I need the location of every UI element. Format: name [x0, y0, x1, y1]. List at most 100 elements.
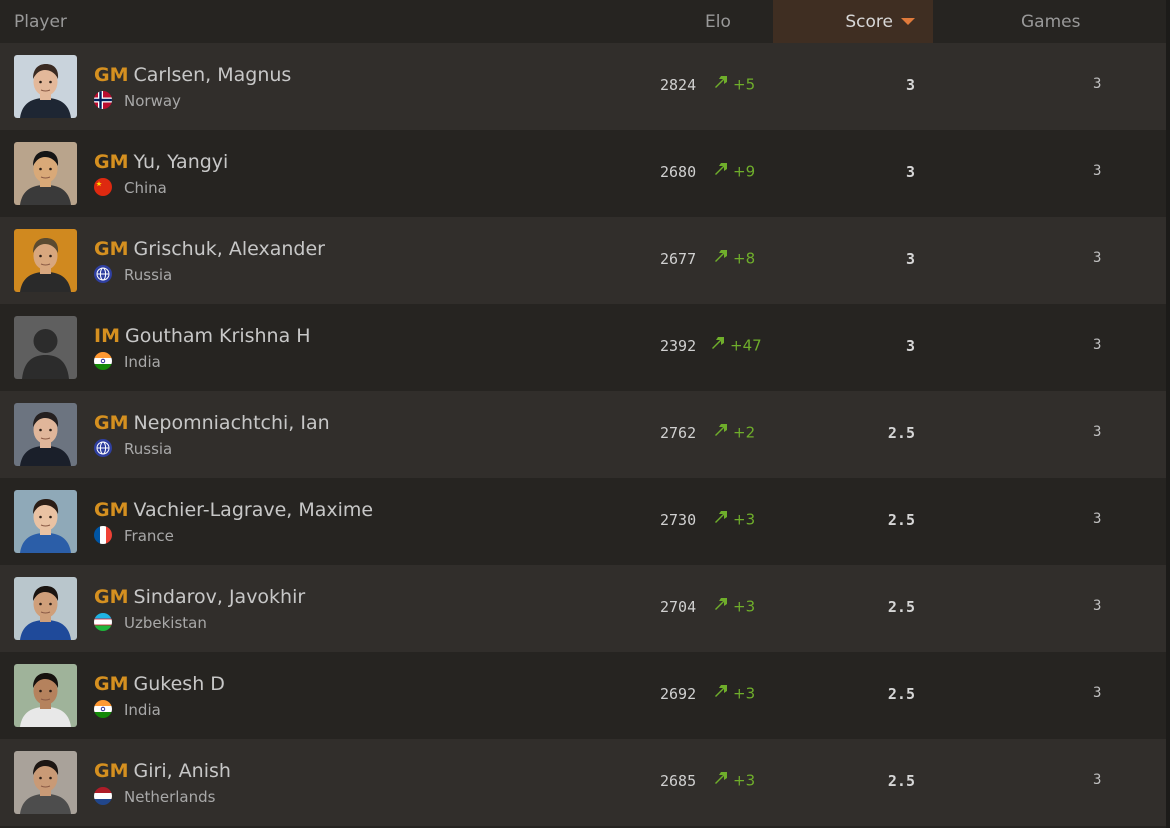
france-flag-icon	[94, 525, 112, 544]
player-country-line: France	[94, 525, 174, 546]
player-name[interactable]: Giri, Anish	[134, 760, 231, 782]
player-avatar[interactable]	[14, 577, 77, 640]
rating-change-value: +3	[733, 771, 756, 790]
rating-change-value: +3	[733, 510, 756, 529]
globe-flag-icon	[94, 264, 112, 283]
player-country: Netherlands	[124, 788, 216, 806]
rating-change: +5	[713, 75, 755, 95]
player-name-line[interactable]: IM Goutham Krishna H	[94, 325, 311, 347]
rating-up-arrow-icon	[713, 509, 729, 529]
player-name[interactable]: Gukesh D	[134, 673, 225, 695]
player-avatar[interactable]	[14, 490, 77, 553]
rating-up-arrow-icon	[710, 335, 726, 355]
table-row[interactable]: GM Giri, Anish Netherlands 2685 +3 2.5 3	[0, 739, 1166, 826]
player-elo: 2762	[660, 424, 697, 442]
player-name-line[interactable]: GM Sindarov, Javokhir	[94, 586, 305, 608]
player-name[interactable]: Yu, Yangyi	[134, 151, 229, 173]
player-name-line[interactable]: GM Grischuk, Alexander	[94, 238, 325, 260]
player-games: 3	[1093, 163, 1102, 179]
rating-up-arrow-icon	[713, 248, 729, 268]
rating-change: +3	[713, 684, 755, 704]
player-games: 3	[1093, 685, 1102, 701]
standings-table: Player Elo Score Games GM Carlsen, Magnus…	[0, 0, 1166, 826]
player-title: GM	[94, 760, 129, 782]
column-header-games[interactable]: Games	[1021, 0, 1080, 43]
rating-change-value: +2	[733, 423, 756, 442]
player-score: 3	[905, 76, 915, 94]
player-avatar[interactable]	[14, 751, 77, 814]
rating-up-arrow-icon	[713, 422, 729, 442]
column-header-player[interactable]: Player	[14, 0, 67, 43]
player-country-line: India	[94, 699, 161, 720]
player-games: 3	[1093, 772, 1102, 788]
china-flag-icon	[94, 177, 112, 196]
player-country-line: Russia	[94, 264, 172, 285]
table-body: GM Carlsen, Magnus Norway 2824 +5 3 3 GM Yu, Yan…	[0, 43, 1166, 826]
player-elo: 2680	[660, 163, 697, 181]
player-title: IM	[94, 325, 120, 347]
column-header-score[interactable]: Score	[773, 0, 933, 43]
player-country-line: Russia	[94, 438, 173, 459]
india-flag-icon	[94, 699, 112, 718]
player-name[interactable]: Nepomniachtchi, Ian	[134, 412, 330, 434]
player-country: Russia	[124, 440, 173, 458]
player-title: GM	[94, 499, 129, 521]
player-elo: 2692	[660, 685, 697, 703]
player-name-line[interactable]: GM Yu, Yangyi	[94, 151, 228, 173]
table-row[interactable]: GM Vachier-Lagrave, Maxime France 2730 +3 2.5…	[0, 478, 1166, 565]
player-avatar[interactable]	[14, 664, 77, 727]
player-elo: 2824	[660, 76, 697, 94]
player-score: 2.5	[887, 511, 915, 529]
player-name-line[interactable]: GM Nepomniachtchi, Ian	[94, 412, 330, 434]
norway-flag-icon	[94, 90, 112, 109]
player-avatar[interactable]	[14, 316, 77, 379]
player-name[interactable]: Goutham Krishna H	[125, 325, 311, 347]
player-name[interactable]: Sindarov, Javokhir	[134, 586, 306, 608]
player-elo: 2392	[660, 337, 697, 355]
player-elo: 2730	[660, 511, 697, 529]
rating-change-value: +8	[733, 249, 756, 268]
rating-change: +9	[713, 162, 755, 182]
rating-up-arrow-icon	[713, 770, 729, 790]
scrollbar[interactable]	[1166, 0, 1170, 828]
player-country-line: Uzbekistan	[94, 612, 207, 633]
player-country: India	[124, 701, 161, 719]
player-country-line: Netherlands	[94, 786, 216, 807]
player-elo: 2704	[660, 598, 697, 616]
table-row[interactable]: GM Gukesh D India 2692 +3 2.5 3	[0, 652, 1166, 739]
table-row[interactable]: GM Grischuk, Alexander Russia 2677 +8 3 3	[0, 217, 1166, 304]
player-country: France	[124, 527, 174, 545]
player-name-line[interactable]: GM Vachier-Lagrave, Maxime	[94, 499, 373, 521]
player-score: 2.5	[887, 598, 915, 616]
table-row[interactable]: GM Yu, Yangyi China 2680 +9 3 3	[0, 130, 1166, 217]
player-name-line[interactable]: GM Giri, Anish	[94, 760, 231, 782]
player-name[interactable]: Carlsen, Magnus	[134, 64, 292, 86]
rating-change-value: +47	[730, 336, 762, 355]
rating-up-arrow-icon	[713, 596, 729, 616]
table-row[interactable]: GM Sindarov, Javokhir Uzbekistan 2704 +3 2.5 3	[0, 565, 1166, 652]
column-header-elo[interactable]: Elo	[705, 0, 731, 43]
player-avatar[interactable]	[14, 229, 77, 292]
player-games: 3	[1093, 250, 1102, 266]
player-name[interactable]: Vachier-Lagrave, Maxime	[134, 499, 374, 521]
player-title: GM	[94, 238, 129, 260]
player-name-line[interactable]: GM Gukesh D	[94, 673, 225, 695]
player-avatar[interactable]	[14, 55, 77, 118]
player-games: 3	[1093, 511, 1102, 527]
player-score: 2.5	[887, 685, 915, 703]
player-avatar[interactable]	[14, 142, 77, 205]
table-row[interactable]: GM Carlsen, Magnus Norway 2824 +5 3 3	[0, 43, 1166, 130]
player-games: 3	[1093, 337, 1102, 353]
player-games: 3	[1093, 76, 1102, 92]
uzbekistan-flag-icon	[94, 612, 112, 631]
player-name-line[interactable]: GM Carlsen, Magnus	[94, 64, 291, 86]
table-row[interactable]: IM Goutham Krishna H India 2392 +47 3 3	[0, 304, 1166, 391]
player-games: 3	[1093, 424, 1102, 440]
table-row[interactable]: GM Nepomniachtchi, Ian Russia 2762 +2 2.5 3	[0, 391, 1166, 478]
player-name[interactable]: Grischuk, Alexander	[134, 238, 325, 260]
player-country: Uzbekistan	[124, 614, 207, 632]
player-title: GM	[94, 412, 129, 434]
player-games: 3	[1093, 598, 1102, 614]
player-avatar[interactable]	[14, 403, 77, 466]
india-flag-icon	[94, 351, 112, 370]
